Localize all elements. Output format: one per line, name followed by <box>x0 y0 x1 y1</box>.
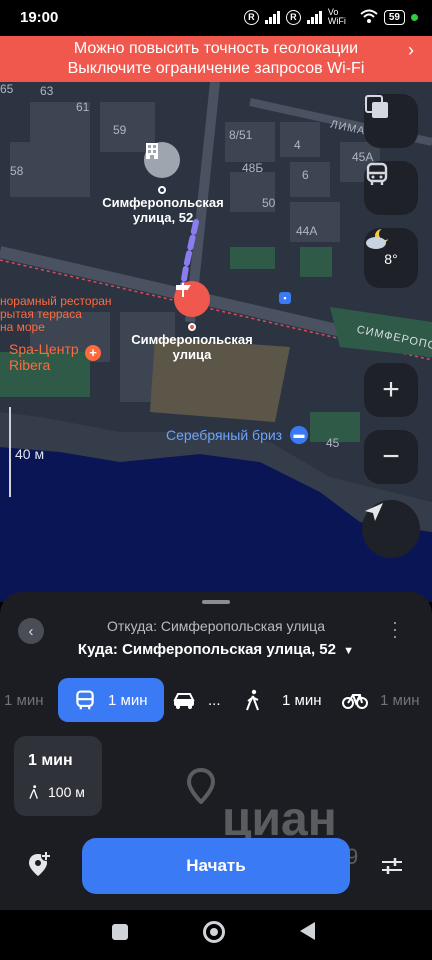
battery-icon: 59 <box>383 9 405 25</box>
route-settings-button[interactable] <box>380 854 404 878</box>
map-pin-icon <box>186 768 216 804</box>
status-icons: R R Vo WiFi 59 <box>243 7 418 26</box>
point-a-label: Симферопольская улица <box>131 332 253 362</box>
transport-modes: 1 мин 1 мин ... 1 мин 1 мин <box>0 678 432 722</box>
medical-cross-icon: + <box>85 345 101 361</box>
mode-label: 1 мин <box>108 691 148 709</box>
transport-button[interactable] <box>364 161 418 215</box>
route-time: 1 мин <box>28 752 73 769</box>
temperature: 8° <box>384 251 398 267</box>
vowifi-label: Vo WiFi <box>327 7 346 26</box>
start-button[interactable]: Начать <box>82 838 350 894</box>
zoom-out-button[interactable]: − <box>364 430 418 484</box>
route-sheet: Откуда: Симферопольская улица Куда: Симф… <box>0 592 432 910</box>
mode-label: 1 мин <box>4 691 44 709</box>
house-number: 50 <box>262 196 276 210</box>
cloud-moon-icon <box>366 228 391 249</box>
point-a-dot <box>188 323 196 331</box>
route-to[interactable]: Куда: Симферопольская улица, 52 ▼ <box>0 641 432 658</box>
mode-bike[interactable]: 1 мин <box>342 678 420 722</box>
geolocation-banner[interactable]: Можно повысить точность геолокации Выклю… <box>0 36 432 82</box>
route-distance-row: 100 м <box>28 784 85 800</box>
building-pin-icon[interactable] <box>144 142 180 178</box>
house-number: 48Б <box>242 161 264 175</box>
route-from[interactable]: Откуда: Симферопольская улица <box>0 618 432 634</box>
weather-button[interactable]: 8° <box>364 228 418 288</box>
wifi-icon <box>360 9 378 26</box>
banner-title: Можно повысить точность геолокации <box>73 40 359 57</box>
bus-icon <box>366 162 388 185</box>
recents-button[interactable] <box>112 924 128 940</box>
mode-walk[interactable]: 1 мин <box>244 678 322 722</box>
route-option-card[interactable]: 1 мин 100 м <box>14 736 102 816</box>
home-button[interactable] <box>203 921 225 943</box>
route-distance: 100 м <box>48 784 85 800</box>
mode-taxi[interactable]: ... <box>172 678 221 722</box>
house-number: 59 <box>113 123 127 137</box>
system-nav-bar <box>0 910 432 960</box>
scale-label: 40 м <box>15 446 45 462</box>
plus-icon: + <box>382 373 400 406</box>
signal-icon <box>264 10 280 24</box>
hotel-label[interactable]: Серебряный бриз <box>166 427 282 443</box>
start-pin-icon[interactable] <box>174 281 210 317</box>
house-number: 6 <box>302 168 309 182</box>
restaurant-label[interactable]: норамный ресторан рытая терраса на море <box>0 295 112 334</box>
bus-stop-icon[interactable]: ▪ <box>279 292 291 304</box>
mode-car[interactable]: 1 мин <box>4 678 44 722</box>
bed-icon: ▬ <box>290 426 308 444</box>
mode-label: 1 мин <box>282 691 322 709</box>
walk-icon <box>29 785 38 799</box>
back-nav-button[interactable] <box>300 922 315 940</box>
signal-icon-2 <box>306 10 322 24</box>
mode-bus[interactable]: 1 мин <box>58 678 164 722</box>
zoom-in-button[interactable]: + <box>364 363 418 417</box>
house-number: 65 <box>0 82 14 96</box>
status-bar: 19:00 R R Vo WiFi 59 <box>0 0 432 36</box>
registered-icon-2: R <box>285 9 301 25</box>
registered-icon: R <box>243 9 259 25</box>
house-number: 8/51 <box>229 128 253 142</box>
chevron-right-icon: › <box>408 40 414 60</box>
minus-icon: − <box>382 440 400 473</box>
layers-icon <box>365 95 388 118</box>
more-options-button[interactable]: ··· <box>385 620 406 646</box>
chevron-left-icon: ‹ <box>28 622 34 640</box>
chevron-down-icon: ▼ <box>343 645 355 657</box>
sliders-icon <box>382 858 402 874</box>
more-vertical-icon: ··· <box>386 620 406 641</box>
house-number: 58 <box>10 164 24 178</box>
house-number: 4 <box>294 138 301 152</box>
house-number: 63 <box>40 84 54 98</box>
home-dot-icon <box>210 928 218 936</box>
back-button[interactable]: ‹ <box>18 618 44 644</box>
house-number: 45 <box>326 436 340 450</box>
house-number: 44А <box>296 224 318 238</box>
bike-icon <box>342 694 368 709</box>
clock: 19:00 <box>20 9 59 26</box>
mode-label: 1 мин <box>380 691 420 709</box>
taxi-icon <box>173 693 195 709</box>
house-number: 61 <box>76 100 90 114</box>
navigation-arrow-icon <box>365 503 383 521</box>
walk-icon <box>246 689 259 711</box>
privacy-dot-icon <box>411 13 418 21</box>
map-view[interactable]: 65 63 61 59 58 8/51 48Б 50 44А 45А 6 4 4… <box>0 82 432 602</box>
my-location-button[interactable] <box>362 500 420 558</box>
add-point-button[interactable] <box>26 850 56 880</box>
sheet-handle[interactable] <box>202 600 230 604</box>
point-b-label: Симферопольская улица, 52 <box>102 195 224 225</box>
layers-button[interactable] <box>364 94 418 148</box>
banner-subtitle: Выключите ограничение запросов Wi-Fi <box>67 60 365 77</box>
spa-label[interactable]: Spa-Центр Ribera <box>9 341 79 373</box>
add-location-icon <box>29 851 51 876</box>
mode-label: ... <box>208 691 221 709</box>
point-b-dot <box>158 186 166 194</box>
bus-icon <box>76 690 94 710</box>
